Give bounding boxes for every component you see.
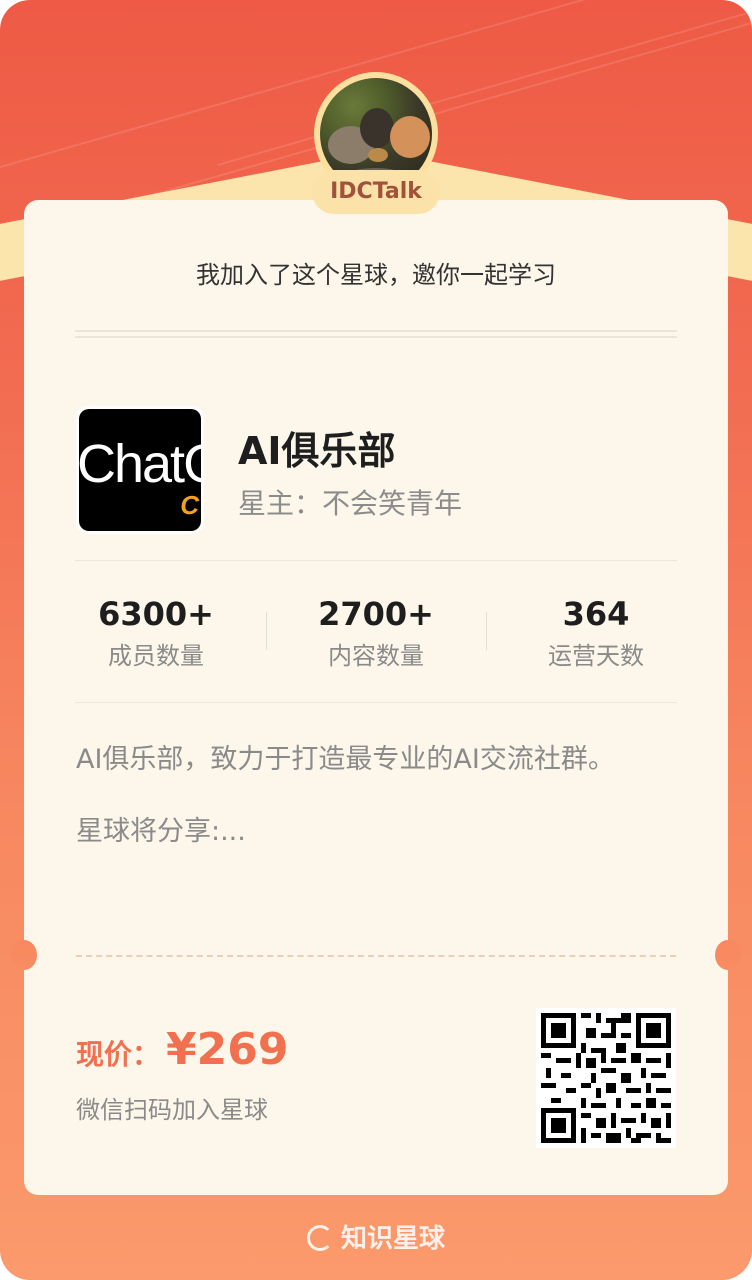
invite-text: 我加入了这个星球，邀你一起学习 <box>196 261 556 289</box>
club-title: AI俱乐部 <box>238 429 396 473</box>
dashed-divider <box>76 955 676 957</box>
username-badge: IDCTalk <box>312 170 440 214</box>
stat-content: 2700+ 内容数量 <box>266 590 486 680</box>
club-description: AI俱乐部，致力于打造最专业的AI交流社群。 星球将分享:... <box>76 742 656 850</box>
stat-separator <box>486 612 487 650</box>
scan-instruction: 微信扫码加入星球 <box>76 1096 268 1124</box>
card-notch-left <box>11 940 37 970</box>
brand-footer: 知识星球 <box>0 1218 752 1255</box>
price-row: 现价： ¥269 <box>76 1024 288 1075</box>
club-logo: ChatG C <box>76 406 204 534</box>
stat-value: 364 <box>562 595 630 633</box>
stat-label: 成员数量 <box>108 642 204 670</box>
brand-name: 知识星球 <box>340 1224 445 1254</box>
stat-label: 内容数量 <box>328 642 424 670</box>
background-stripe <box>217 0 752 166</box>
price-label: 现价： <box>76 1038 161 1071</box>
stat-separator <box>266 612 267 650</box>
club-logo-subtext: C <box>180 490 199 520</box>
stat-days: 364 运营天数 <box>486 590 706 680</box>
club-owner: 星主：不会笑青年 <box>238 487 463 520</box>
planet-logo-icon <box>306 1225 333 1251</box>
stat-members: 6300+ 成员数量 <box>46 590 266 680</box>
share-poster: IDCTalk 我加入了这个星球，邀你一起学习 ChatG C AI俱乐部 星主… <box>0 0 752 1280</box>
card-notch-right <box>715 940 741 970</box>
stat-label: 运营天数 <box>548 642 644 670</box>
qr-code-icon <box>536 1008 676 1148</box>
stat-value: 6300+ <box>98 595 214 633</box>
divider <box>75 702 677 703</box>
description-line: 星球将分享:... <box>76 816 246 847</box>
price-value: ¥269 <box>166 1024 289 1075</box>
description-line: AI俱乐部，致力于打造最专业的AI交流社群。 <box>76 744 615 775</box>
club-logo-text: ChatG <box>79 434 201 494</box>
divider <box>75 560 677 561</box>
divider <box>75 330 677 338</box>
stats-row: 6300+ 成员数量 2700+ 内容数量 364 运营天数 <box>46 590 706 680</box>
qr-code[interactable] <box>536 1008 676 1148</box>
stat-value: 2700+ <box>318 595 434 633</box>
